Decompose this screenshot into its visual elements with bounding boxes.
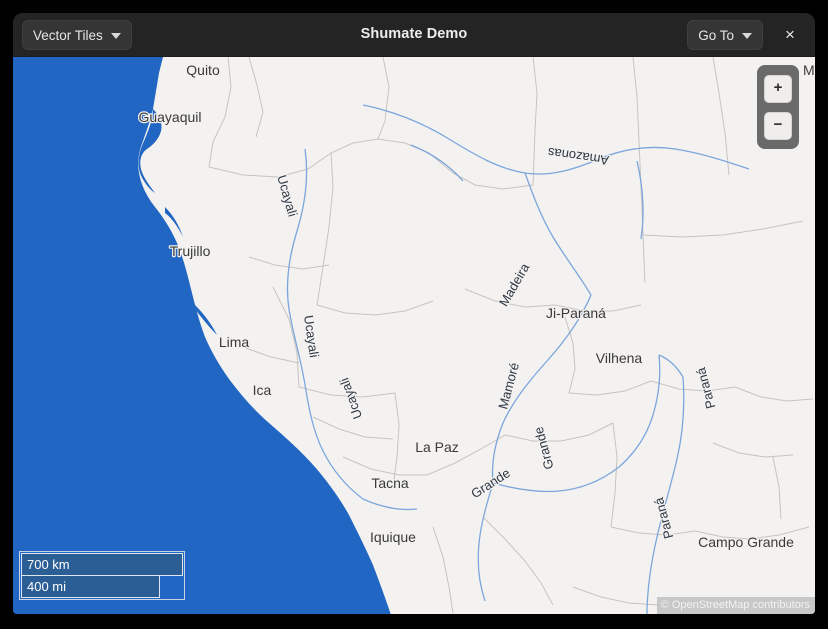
close-window-button[interactable]: × [775,20,805,50]
city-label-guayaquil: Guayaquil [138,109,201,125]
vector-tiles-label: Vector Tiles [33,27,103,43]
city-label-la-paz: La Paz [415,439,459,455]
go-to-label: Go To [698,27,734,43]
city-label-macapa: Mac [803,62,815,78]
go-to-dropdown-button[interactable]: Go To [687,20,763,50]
city-label-iquique: Iquique [370,529,416,545]
zoom-in-button[interactable]: + [764,74,792,103]
city-label-campo-grande: Campo Grande [698,534,794,550]
city-label-trujillo: Trujillo [170,243,211,259]
chevron-down-icon [110,33,121,39]
city-label-quito: Quito [186,62,220,78]
city-label-ji-parana: Ji-Paraná [546,305,606,321]
city-label-vilhena: Vilhena [596,350,643,366]
map-attribution[interactable]: © OpenStreetMap contributors [656,597,815,614]
scale-imperial-label: 400 mi [21,576,161,598]
map-viewport[interactable]: Quito Guayaquil Trujillo Lima Ica Tacna … [13,57,815,614]
application-window: Vector Tiles Shumate Demo Go To × Quito … [13,13,815,614]
city-label-ica: Ica [253,382,272,398]
chevron-down-icon [742,33,752,39]
map-scale-bar: 700 km 400 mi [19,551,185,600]
map-canvas[interactable]: Quito Guayaquil Trujillo Lima Ica Tacna … [13,57,815,614]
city-label-lima: Lima [219,334,250,350]
scale-metric-label: 700 km [21,553,183,576]
zoom-controls-panel: + − [757,65,799,149]
window-header-bar: Vector Tiles Shumate Demo Go To × [13,13,815,57]
zoom-out-button[interactable]: − [764,111,792,140]
vector-tiles-dropdown-button[interactable]: Vector Tiles [22,20,132,50]
city-label-tacna: Tacna [371,475,409,491]
